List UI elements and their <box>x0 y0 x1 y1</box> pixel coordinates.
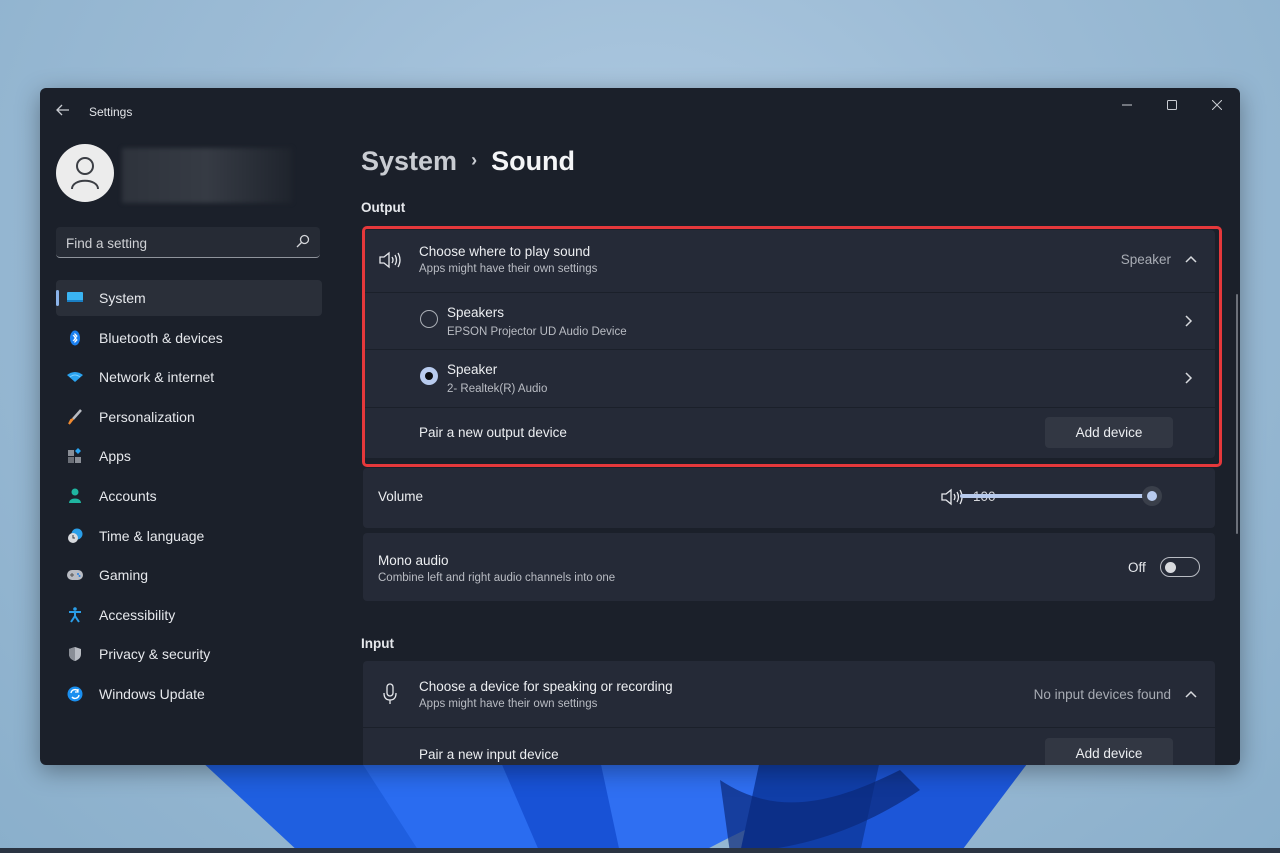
settings-window: Settings System Bluet <box>40 88 1240 765</box>
radio-speaker[interactable] <box>420 367 438 385</box>
choose-output-title: Choose where to play sound <box>419 244 591 259</box>
wifi-icon <box>67 372 83 383</box>
mono-audio-toggle[interactable] <box>1160 557 1200 577</box>
sidebar-item-label: Bluetooth & devices <box>99 329 223 346</box>
monitor-icon <box>67 292 83 302</box>
device-detail: 2- Realtek(R) Audio <box>447 383 548 395</box>
add-input-device-button[interactable]: Add device <box>1045 738 1173 765</box>
sidebar-item-gaming[interactable]: Gaming <box>56 557 322 593</box>
accessibility-icon <box>69 606 81 623</box>
gamepad-icon <box>67 570 83 581</box>
sidebar-item-label: Privacy & security <box>99 646 211 663</box>
choose-input-row[interactable]: Choose a device for speaking or recordin… <box>363 661 1215 728</box>
sidebar-item-label: System <box>99 290 146 306</box>
app-title: Settings <box>89 105 133 119</box>
choose-output-row[interactable]: Choose where to play sound Apps might ha… <box>363 230 1215 293</box>
sidebar-item-network[interactable]: Network & internet <box>56 359 322 395</box>
volume-card: Volume 100 <box>363 468 1215 528</box>
selected-output-value: Speaker <box>1120 252 1171 267</box>
pair-input-row: Pair a new input device Add device <box>363 728 1215 765</box>
pair-output-label: Pair a new output device <box>419 425 567 440</box>
back-arrow-icon <box>56 104 69 116</box>
back-button[interactable] <box>52 102 74 122</box>
sidebar-item-label: Gaming <box>99 567 149 584</box>
output-device-card: Choose where to play sound Apps might ha… <box>363 230 1215 458</box>
chevron-up-icon[interactable] <box>1185 255 1197 263</box>
radio-speakers[interactable] <box>420 310 438 328</box>
sidebar-item-label: Windows Update <box>99 685 205 702</box>
sidebar-nav: System Bluetooth & devices Network & int… <box>56 280 322 716</box>
page-title: Sound <box>491 146 576 176</box>
output-device-speaker[interactable]: Speaker 2- Realtek(R) Audio <box>363 350 1215 408</box>
chevron-right-icon[interactable] <box>1185 315 1193 327</box>
sidebar-item-label: Accounts <box>99 487 157 504</box>
pair-input-label: Pair a new input device <box>419 747 559 762</box>
clock-globe-icon <box>68 528 83 543</box>
toggle-knob <box>1165 562 1176 573</box>
volume-label: Volume <box>378 489 424 504</box>
active-indicator <box>56 290 59 306</box>
apps-icon <box>68 448 81 464</box>
add-output-device-button[interactable]: Add device <box>1045 417 1173 448</box>
mono-audio-title: Mono audio <box>378 553 449 568</box>
chevron-right-icon[interactable] <box>1185 372 1193 384</box>
breadcrumb-parent[interactable]: System <box>361 146 457 176</box>
sidebar-item-apps[interactable]: Apps <box>56 438 322 474</box>
slider-thumb[interactable] <box>1142 486 1162 506</box>
taskbar-edge <box>0 848 1280 853</box>
sidebar-item-bluetooth[interactable]: Bluetooth & devices <box>56 320 322 356</box>
chevron-up-icon[interactable] <box>1185 690 1197 698</box>
mono-audio-card: Mono audio Combine left and right audio … <box>363 533 1215 601</box>
choose-output-subtitle: Apps might have their own settings <box>419 263 598 275</box>
desktop-wallpaper <box>0 760 1280 853</box>
pair-output-row: Pair a new output device Add device <box>363 408 1215 458</box>
bluetooth-icon <box>70 330 80 346</box>
person-icon <box>69 488 81 503</box>
input-section-title: Input <box>361 636 394 651</box>
brush-icon <box>68 408 82 425</box>
sidebar-item-label: Time & language <box>99 527 205 544</box>
user-name-redacted <box>122 148 292 203</box>
search-box[interactable] <box>56 227 320 259</box>
output-device-speakers[interactable]: Speakers EPSON Projector UD Audio Device <box>363 293 1215 350</box>
sidebar-item-system[interactable]: System <box>56 280 322 316</box>
microphone-icon <box>383 683 397 704</box>
breadcrumb-separator: › <box>471 150 478 170</box>
sidebar-item-label: Network & internet <box>99 369 215 386</box>
sidebar-item-label: Personalization <box>99 408 195 425</box>
content-scrollbar[interactable] <box>1236 294 1238 534</box>
speaker-icon <box>379 251 401 269</box>
sidebar-item-personalization[interactable]: Personalization <box>56 399 322 435</box>
user-icon <box>71 157 99 190</box>
user-avatar[interactable] <box>56 144 114 202</box>
output-section-title: Output <box>361 200 406 215</box>
device-detail: EPSON Projector UD Audio Device <box>447 326 627 338</box>
mono-audio-subtitle: Combine left and right audio channels in… <box>378 572 616 584</box>
sidebar-item-time-language[interactable]: Time & language <box>56 518 322 554</box>
device-name: Speakers <box>447 305 505 320</box>
sidebar-item-accounts[interactable]: Accounts <box>56 478 322 514</box>
sidebar-item-privacy[interactable]: Privacy & security <box>56 636 322 672</box>
sidebar-item-label: Accessibility <box>99 606 176 623</box>
search-icon[interactable] <box>296 234 310 248</box>
sidebar-item-label: Apps <box>99 448 131 465</box>
choose-input-title: Choose a device for speaking or recordin… <box>419 679 673 694</box>
sidebar-item-windows-update[interactable]: Windows Update <box>56 676 322 712</box>
volume-slider[interactable] <box>960 486 1162 506</box>
slider-fill <box>960 494 1152 498</box>
main-content: System › Sound Output Choose where to play… <box>361 88 1217 765</box>
input-device-card: Choose a device for speaking or recordin… <box>363 661 1215 765</box>
device-name: Speaker <box>447 362 498 377</box>
sidebar-item-accessibility[interactable]: Accessibility <box>56 597 322 633</box>
mono-audio-state: Off <box>1128 560 1146 575</box>
breadcrumb: System › Sound <box>361 146 575 177</box>
shield-icon <box>69 647 81 662</box>
update-icon <box>67 686 83 702</box>
choose-input-subtitle: Apps might have their own settings <box>419 698 598 710</box>
search-input[interactable] <box>56 227 298 259</box>
input-status-value: No input devices found <box>1033 687 1171 702</box>
